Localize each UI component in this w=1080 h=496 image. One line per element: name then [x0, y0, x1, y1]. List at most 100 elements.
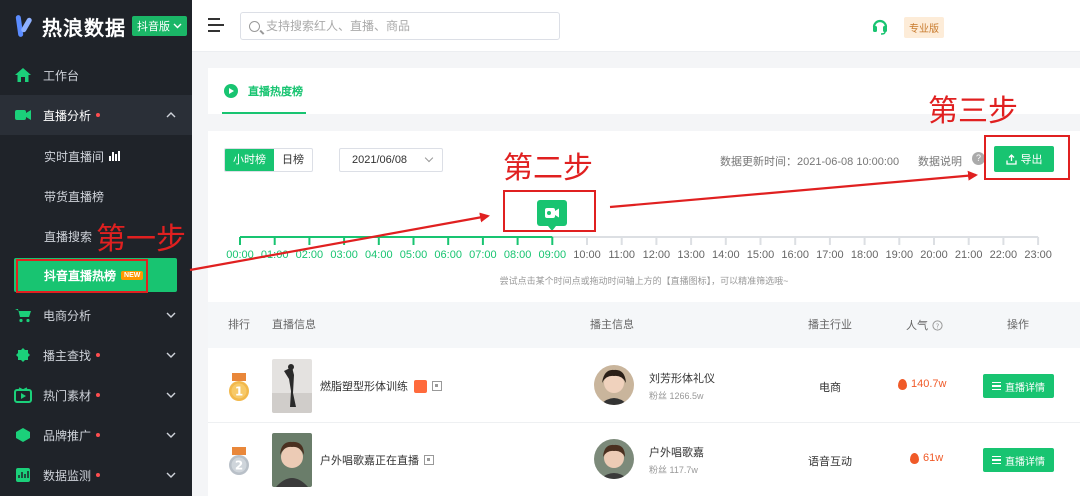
host-avatar[interactable] [594, 439, 634, 479]
live-thumbnail[interactable] [272, 433, 312, 487]
timeline-hour-label[interactable]: 01:00 [261, 249, 289, 261]
qrcode-icon[interactable] [424, 455, 434, 465]
sidebar-item-workbench[interactable]: 工作台 [0, 55, 192, 95]
live-tv-icon [14, 106, 32, 124]
column-header: 操作 [1007, 319, 1029, 331]
timeline-hour-label[interactable]: 15:00 [747, 249, 775, 261]
timeline-hour-label[interactable]: 19:00 [886, 249, 914, 261]
column-header: 人气 [906, 320, 928, 332]
main-panel: 小时榜 日榜 2021/06/08 数据更新时间：2021-06-08 10:0… [208, 131, 1080, 496]
timeline-hour-label[interactable]: 10:00 [573, 249, 601, 261]
brand-icon [14, 426, 32, 444]
table-header: 排行 直播信息 播主信息 播主行业 人气 ? 操作 [208, 302, 1080, 348]
logo-text: 热浪数据 [42, 17, 126, 40]
sidebar-subitem-sales-rank[interactable]: 带货直播榜 [0, 176, 192, 216]
platform-badge[interactable]: 抖音版 [132, 16, 187, 36]
timeline-hour-label[interactable]: 11:00 [608, 249, 635, 261]
timeline-hour-label[interactable]: 18:00 [851, 249, 879, 261]
timeline-hour-label[interactable]: 02:00 [296, 249, 324, 261]
timeline-hour-label[interactable]: 06:00 [434, 249, 462, 261]
live-thumbnail[interactable] [272, 359, 312, 413]
logo-icon [14, 13, 36, 39]
gold-medal-icon: 1 [229, 373, 249, 401]
flame-icon [898, 378, 907, 390]
tab-live-heat[interactable]: 直播热度榜 [224, 68, 303, 114]
timeline-hour-label[interactable]: 03:00 [330, 249, 358, 261]
timeline-hour-label[interactable]: 21:00 [955, 249, 983, 261]
chevron-down-icon [166, 432, 176, 438]
sidebar-item-host-search[interactable]: 播主查找 [0, 335, 192, 375]
sidebar-subitem-realtime[interactable]: 实时直播间 [0, 136, 192, 176]
annotation-step1: 第一步 [96, 222, 186, 257]
timeline-hour-label[interactable]: 23:00 [1024, 249, 1052, 261]
fans-count: 粉丝 117.7w [649, 465, 698, 475]
sidebar-item-label: 直播分析 [43, 108, 92, 123]
timeline-hour-label[interactable]: 05:00 [400, 249, 428, 261]
annotation-box-step3 [984, 135, 1070, 180]
fans-count: 粉丝 1266.5w [649, 391, 704, 401]
column-header: 直播信息 [272, 319, 316, 331]
column-header: 播主行业 [808, 319, 852, 331]
tab-label: 直播热度榜 [248, 86, 303, 98]
pro-badge: 专业版 [904, 17, 944, 38]
host-industry: 语音互动 [808, 456, 852, 468]
chevron-down-icon [173, 23, 182, 29]
host-avatar[interactable] [594, 365, 634, 405]
live-detail-button[interactable]: 直播详情 [983, 374, 1054, 398]
sidebar-item-label: 电商分析 [43, 308, 92, 323]
notification-dot [96, 113, 101, 117]
timeline-hour-label[interactable]: 08:00 [504, 249, 532, 261]
topbar: 专业版 [192, 0, 1080, 52]
live-title[interactable]: 户外唱歌嘉正在直播 [320, 452, 434, 468]
sidebar-item-label: 热门素材 [43, 388, 92, 403]
platform-badge-label: 抖音版 [137, 21, 170, 33]
live-title-text: 燃脂塑型形体训练 [320, 381, 408, 393]
chevron-up-icon [166, 112, 176, 118]
live-title[interactable]: 燃脂塑型形体训练 [320, 378, 442, 394]
chevron-down-icon [166, 352, 176, 358]
timeline-hour-label[interactable]: 14:00 [712, 249, 740, 261]
rank-number: 1 [235, 385, 243, 399]
host-name[interactable]: 户外唱歌嘉 [649, 444, 704, 460]
list-icon [992, 456, 1001, 464]
cart-icon [14, 306, 32, 324]
info-circle-icon[interactable]: ? [932, 319, 943, 331]
search-input[interactable] [266, 19, 546, 33]
sidebar-subitem-label: 直播搜索 [44, 229, 93, 244]
menu-toggle-icon[interactable] [208, 18, 224, 32]
sidebar-item-brand-promo[interactable]: 品牌推广 [0, 415, 192, 455]
timeline-hour-label[interactable]: 04:00 [365, 249, 393, 261]
timeline-hour-label[interactable]: 22:00 [990, 249, 1018, 261]
timeline-hour-label[interactable]: 13:00 [677, 249, 705, 261]
chevron-down-icon [166, 392, 176, 398]
timeline-hour-label[interactable]: 12:00 [643, 249, 671, 261]
timeline-hour-label[interactable]: 09:00 [539, 249, 567, 261]
popularity-value: 61w [923, 452, 944, 464]
headset-icon[interactable] [871, 17, 889, 35]
chevron-down-icon [166, 472, 176, 478]
live-bars-icon [109, 151, 121, 161]
sidebar-item-label: 播主查找 [43, 348, 92, 363]
timeline-hour-label[interactable]: 16:00 [781, 249, 809, 261]
timeline-hour-label[interactable]: 07:00 [469, 249, 497, 261]
host-name[interactable]: 刘芳形体礼仪 [649, 370, 715, 386]
notification-dot [96, 353, 101, 357]
sidebar-item-label: 数据监测 [43, 468, 92, 483]
sidebar-item-data-monitor[interactable]: 数据监测 [0, 455, 192, 495]
notification-dot [96, 393, 101, 397]
timeline-hour-label[interactable]: 20:00 [920, 249, 948, 261]
timeline-hour-label[interactable]: 17:00 [816, 249, 844, 261]
logo[interactable]: 热浪数据 抖音版 [14, 12, 187, 40]
home-icon [14, 66, 32, 84]
sidebar-item-live-analysis[interactable]: 直播分析 [0, 95, 192, 135]
live-detail-button[interactable]: 直播详情 [983, 448, 1054, 472]
column-header: 排行 [228, 319, 250, 331]
silver-medal-icon: 2 [229, 447, 249, 475]
sidebar-item-hot-material[interactable]: 热门素材 [0, 375, 192, 415]
search-box[interactable] [240, 12, 560, 40]
monitor-icon [14, 466, 32, 484]
timeline-hour-label[interactable]: 00:00 [226, 249, 254, 261]
sidebar-item-ecommerce[interactable]: 电商分析 [0, 295, 192, 335]
qrcode-icon[interactable] [432, 381, 442, 391]
video-icon [14, 386, 32, 404]
